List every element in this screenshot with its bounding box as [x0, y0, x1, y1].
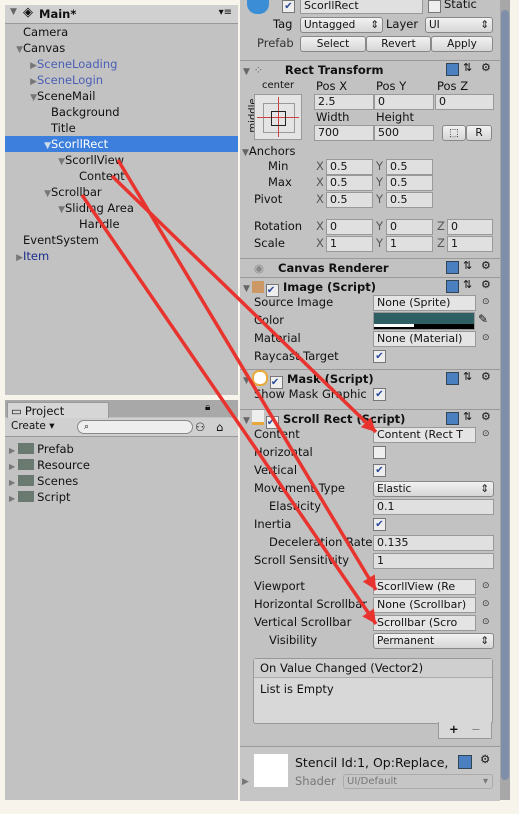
settings-gear-icon[interactable]: ⚙	[481, 278, 491, 291]
help-icon[interactable]	[446, 63, 459, 76]
preset-icon[interactable]: ⇅	[463, 278, 472, 291]
help-icon[interactable]	[446, 261, 459, 274]
arrowhead	[362, 608, 376, 624]
help-icon[interactable]	[446, 280, 459, 293]
settings-gear-icon[interactable]: ⚙	[481, 410, 491, 423]
settings-gear-icon[interactable]: ⚙	[481, 259, 491, 272]
help-icon[interactable]	[446, 412, 459, 425]
preset-icon[interactable]: ⇅	[463, 259, 472, 272]
annotation-arrow	[116, 159, 378, 591]
preset-icon[interactable]: ⇅	[463, 61, 472, 74]
settings-gear-icon[interactable]: ⚙	[481, 61, 491, 74]
annotation-arrow	[80, 194, 378, 625]
preset-icon[interactable]: ⇅	[463, 370, 472, 383]
settings-gear-icon[interactable]: ⚙	[481, 370, 491, 383]
preset-icon[interactable]: ⇅	[463, 410, 472, 423]
annotation-arrows	[80, 159, 378, 625]
help-icon[interactable]	[446, 372, 459, 385]
